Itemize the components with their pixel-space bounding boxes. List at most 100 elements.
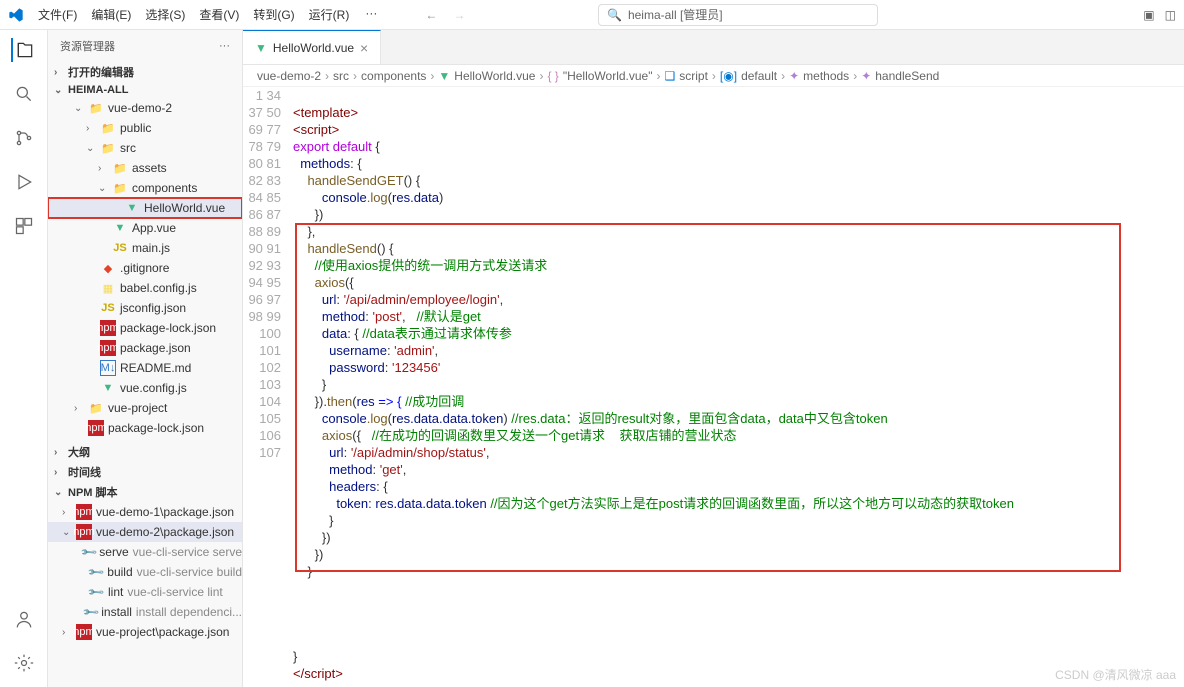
file-gitignore[interactable]: ◆.gitignore	[48, 258, 242, 278]
npm-pkg1[interactable]: ›npmvue-demo-1\package.json	[48, 502, 242, 522]
code-token: )	[439, 190, 443, 205]
file-app-vue[interactable]: ▼App.vue	[48, 218, 242, 238]
npm-pkg3[interactable]: ›npmvue-project\package.json	[48, 622, 242, 642]
menu-select[interactable]: 选择(S)	[139, 2, 191, 27]
code-token: handleSendGET	[293, 173, 404, 188]
search-icon: 🔍	[607, 8, 622, 22]
file-jsconfig[interactable]: JSjsconfig.json	[48, 298, 242, 318]
menu-run[interactable]: 运行(R)	[303, 2, 356, 27]
search-activity-icon[interactable]	[12, 82, 36, 106]
code-token: token	[293, 496, 368, 511]
breadcrumb-item[interactable]: HelloWorld.vue	[454, 69, 535, 83]
main-menu: 文件(F) 编辑(E) 选择(S) 查看(V) 转到(G) 运行(R) ···	[32, 2, 385, 27]
code-token: ,	[402, 309, 416, 324]
layout-sidebar-icon[interactable]: ◫	[1165, 8, 1176, 22]
file-helloworld-vue[interactable]: ▼HelloWorld.vue	[48, 198, 242, 218]
breadcrumb-item[interactable]: handleSend	[875, 69, 939, 83]
code-token: .log	[367, 190, 388, 205]
breadcrumb-item[interactable]: methods	[803, 69, 849, 83]
breadcrumb-item[interactable]: components	[361, 69, 426, 83]
command-center[interactable]: 🔍 heima-all [管理员]	[598, 4, 878, 26]
menu-file[interactable]: 文件(F)	[32, 2, 83, 27]
folder-vue-project[interactable]: ›📁vue-project	[48, 398, 242, 418]
code-token: :	[336, 292, 343, 307]
code-token: res	[357, 394, 375, 409]
code-token: 'get'	[380, 462, 403, 477]
tab-helloworld[interactable]: ▼ HelloWorld.vue ×	[243, 30, 381, 64]
source-control-icon[interactable]	[12, 126, 36, 150]
code-token: :	[365, 309, 372, 324]
nav-back-icon[interactable]: ←	[425, 8, 437, 22]
code-token: //res.data：返回的result对象，里面包含data，data中又包含…	[511, 411, 887, 426]
sidebar-more-icon[interactable]: ···	[219, 40, 230, 52]
extensions-icon[interactable]	[12, 214, 36, 238]
layout-panel-icon[interactable]: ▣	[1143, 8, 1154, 22]
breadcrumb-item[interactable]: default	[741, 69, 777, 83]
code-token: url	[293, 292, 336, 307]
project-section[interactable]: ⌄HEIMA-ALL	[48, 82, 242, 98]
breadcrumb[interactable]: vue-demo-2› src› components› ▼HelloWorld…	[243, 65, 1184, 87]
nav-forward-icon[interactable]: →	[453, 8, 465, 22]
code-token: console	[293, 190, 367, 205]
menu-more[interactable]: ···	[357, 2, 385, 27]
code-content[interactable]: <template> <script> export default { met…	[293, 87, 1184, 687]
code-token: //成功回调	[405, 394, 464, 409]
close-icon[interactable]: ×	[360, 40, 368, 56]
menu-edit[interactable]: 编辑(E)	[85, 2, 137, 27]
menu-view[interactable]: 查看(V)	[193, 2, 245, 27]
code-token: method	[293, 309, 365, 324]
code-token: :	[372, 462, 379, 477]
file-readme[interactable]: M↓README.md	[48, 358, 242, 378]
outline-section[interactable]: ›大纲	[48, 442, 242, 462]
npm-build[interactable]: 🔧buildvue-cli-service build	[48, 562, 242, 582]
folder-vue-demo-2[interactable]: ⌄📁vue-demo-2	[48, 98, 242, 118]
settings-icon[interactable]	[12, 651, 36, 675]
npm-scripts-label: NPM 脚本	[68, 484, 118, 500]
code-editor[interactable]: 1 34 37 50 69 77 78 79 80 81 82 83 84 85…	[243, 87, 1184, 687]
breadcrumb-item[interactable]: script	[679, 69, 708, 83]
tree-label: assets	[132, 161, 167, 175]
method-icon: ✦	[861, 69, 871, 83]
code-token: method	[293, 462, 372, 477]
folder-src[interactable]: ⌄📁src	[48, 138, 242, 158]
npm-install[interactable]: 🔧installinstall dependenci...	[48, 602, 242, 622]
code-token: :	[385, 360, 392, 375]
folder-assets[interactable]: ›📁assets	[48, 158, 242, 178]
file-package-json[interactable]: npmpackage.json	[48, 338, 242, 358]
file-package-lock-2[interactable]: npmpackage-lock.json	[48, 418, 242, 438]
breadcrumb-item[interactable]: src	[333, 69, 349, 83]
npm-lint[interactable]: 🔧lintvue-cli-service lint	[48, 582, 242, 602]
tree-label: lint	[108, 585, 123, 599]
explorer-icon[interactable]	[11, 38, 35, 62]
code-token: ,	[403, 462, 407, 477]
file-vue-config[interactable]: ▼vue.config.js	[48, 378, 242, 398]
tree-label: package-lock.json	[120, 321, 216, 335]
run-debug-icon[interactable]	[12, 170, 36, 194]
folder-components[interactable]: ⌄📁components	[48, 178, 242, 198]
folder-public[interactable]: ›📁public	[48, 118, 242, 138]
npm-pkg2[interactable]: ⌄npmvue-demo-2\package.json	[48, 522, 242, 542]
breadcrumb-item[interactable]: "HelloWorld.vue"	[563, 69, 653, 83]
code-token: res	[375, 496, 393, 511]
code-line: })	[293, 530, 331, 545]
timeline-section[interactable]: ›时间线	[48, 462, 242, 482]
vscode-logo-icon	[8, 7, 24, 23]
npm-serve[interactable]: 🔧servevue-cli-service serve	[48, 542, 242, 562]
file-main-js[interactable]: JSmain.js	[48, 238, 242, 258]
code-token: //因为这个get方法实际上是在post请求的回调函数里面，所以这个地方可以动态…	[490, 496, 1014, 511]
code-token: .data.data.token	[393, 496, 490, 511]
opened-editors-section[interactable]: ›打开的编辑器	[48, 62, 242, 82]
accounts-icon[interactable]	[12, 607, 36, 631]
code-token: :	[344, 445, 351, 460]
tree-label: vue-project	[108, 401, 167, 415]
tree-label: build	[107, 565, 132, 579]
code-token: url	[293, 445, 344, 460]
menu-goto[interactable]: 转到(G)	[247, 2, 300, 27]
code-line: }	[293, 564, 312, 579]
breadcrumb-item[interactable]: vue-demo-2	[257, 69, 321, 83]
file-package-lock[interactable]: npmpackage-lock.json	[48, 318, 242, 338]
npm-scripts-section[interactable]: ⌄NPM 脚本	[48, 482, 242, 502]
file-babel-config[interactable]: ▦babel.config.js	[48, 278, 242, 298]
editor-group: ▼ HelloWorld.vue × vue-demo-2› src› comp…	[243, 30, 1184, 687]
code-token: then	[327, 394, 352, 409]
